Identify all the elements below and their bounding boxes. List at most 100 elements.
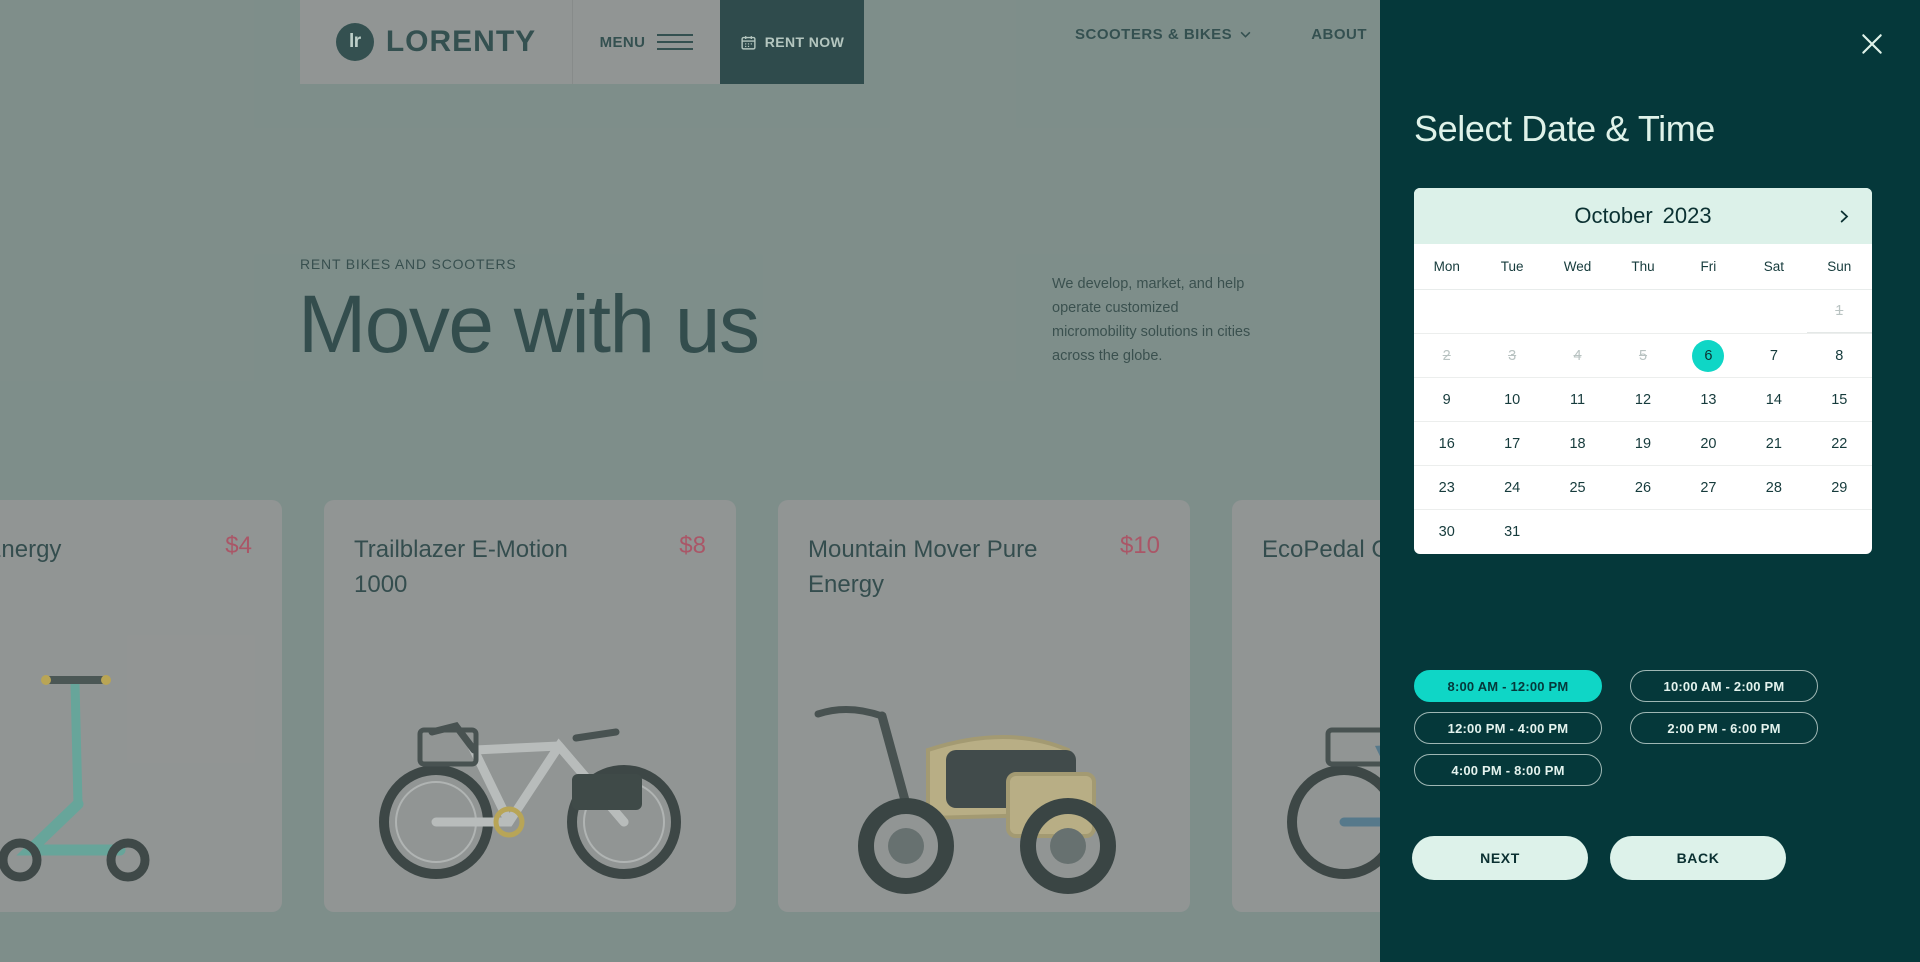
calendar-week-row: 2345678 bbox=[1414, 334, 1872, 378]
logo[interactable]: lr LORENTY bbox=[300, 0, 572, 84]
calendar-day[interactable]: 16 bbox=[1414, 422, 1479, 465]
product-image-bike bbox=[324, 654, 736, 904]
nav-label: SCOOTERS & BIKES bbox=[1075, 26, 1233, 43]
calendar-day[interactable]: 22 bbox=[1807, 422, 1872, 465]
logo-text: LORENTY bbox=[385, 25, 537, 58]
calendar-day[interactable]: 12 bbox=[1610, 378, 1675, 421]
calendar-day-empty bbox=[1545, 510, 1610, 554]
calendar-day[interactable]: 30 bbox=[1414, 510, 1479, 554]
calendar-day-empty bbox=[1479, 290, 1544, 333]
calendar-day-empty bbox=[1807, 510, 1872, 554]
product-image-scooter bbox=[0, 654, 282, 904]
rent-now-button[interactable]: RENT NOW bbox=[720, 0, 864, 84]
day-header: Sat bbox=[1763, 259, 1784, 274]
calendar-week-row: 9 10 11 12 13 14 15 bbox=[1414, 378, 1872, 422]
calendar-day-empty bbox=[1741, 510, 1806, 554]
calendar-day[interactable]: 20 bbox=[1676, 422, 1741, 465]
calendar-day-empty bbox=[1610, 510, 1675, 554]
panel-actions: NEXT BACK bbox=[1412, 836, 1786, 880]
nav-label: ABOUT bbox=[1311, 26, 1368, 43]
calendar-day[interactable]: 14 bbox=[1741, 378, 1806, 421]
calendar-day[interactable]: 29 bbox=[1807, 466, 1872, 509]
day-header: Tue bbox=[1500, 259, 1524, 274]
time-slot-button[interactable]: 2:00 PM - 6:00 PM bbox=[1630, 712, 1818, 744]
product-title: Mountain Mover Pure Energy bbox=[808, 536, 1038, 598]
panel-title: Select Date & Time bbox=[1414, 108, 1715, 149]
time-slot-button[interactable]: 12:00 PM - 4:00 PM bbox=[1414, 712, 1602, 744]
product-card-header: Trailblazer E-Motion 1000 $8 bbox=[354, 532, 706, 602]
hero-description: We develop, market, and help operate cus… bbox=[1052, 276, 1251, 364]
calendar-day: 5 bbox=[1610, 334, 1675, 377]
calendar-grid: 1 2 3 4 5 6 7 8 9 10 11 12 13 14 15 16 17 18 19 20 21 22 23 24 2… bbox=[1414, 290, 1872, 554]
calendar-day-headers: Mon Tue Wed Thu Fri Sat Sun bbox=[1414, 244, 1872, 290]
logo-mark-icon: lr bbox=[335, 23, 374, 61]
nav-item-scooters-bikes[interactable]: SCOOTERS & BIKES bbox=[1075, 26, 1251, 43]
calendar-day[interactable]: 27 bbox=[1676, 466, 1741, 509]
rent-now-label: RENT NOW bbox=[764, 34, 845, 50]
calendar-day[interactable]: 13 bbox=[1676, 378, 1741, 421]
hamburger-icon bbox=[657, 34, 694, 50]
product-title: Trailblazer E-Motion 1000 bbox=[354, 536, 568, 598]
product-card-header: er Pure Energy $4 bbox=[0, 532, 252, 567]
chevron-right-icon[interactable] bbox=[1830, 202, 1858, 230]
calendar-day[interactable]: 23 bbox=[1414, 466, 1479, 509]
time-slot-button[interactable]: 4:00 PM - 8:00 PM bbox=[1414, 754, 1602, 786]
calendar-day[interactable]: 25 bbox=[1545, 466, 1610, 509]
calendar-icon bbox=[740, 34, 757, 51]
calendar-day: 3 bbox=[1479, 334, 1544, 377]
day-header: Thu bbox=[1631, 259, 1655, 274]
calendar-week-row: 1 bbox=[1414, 290, 1872, 334]
date-time-panel: Select Date & Time October 2023 Mon Tue W… bbox=[1380, 0, 1920, 962]
time-slot-button[interactable]: 10:00 AM - 2:00 PM bbox=[1630, 670, 1818, 702]
calendar-day[interactable]: 19 bbox=[1610, 422, 1675, 465]
calendar-day[interactable]: 15 bbox=[1807, 378, 1872, 421]
day-header: Sun bbox=[1827, 259, 1852, 274]
calendar-month-year: October 2023 bbox=[1574, 203, 1711, 229]
calendar-day[interactable]: 17 bbox=[1479, 422, 1544, 465]
calendar-week-row: 16 17 18 19 20 21 22 bbox=[1414, 422, 1872, 466]
calendar-day[interactable]: 8 bbox=[1807, 334, 1872, 377]
next-button[interactable]: NEXT bbox=[1412, 836, 1588, 880]
menu-button[interactable]: MENU bbox=[572, 0, 720, 84]
calendar-day[interactable]: 18 bbox=[1545, 422, 1610, 465]
time-slot-button[interactable]: 8:00 AM - 12:00 PM bbox=[1414, 670, 1602, 702]
page-title: Move with us bbox=[298, 279, 760, 370]
calendar-day[interactable]: 11 bbox=[1545, 378, 1610, 421]
primary-nav: SCOOTERS & BIKES ABOUT bbox=[1075, 26, 1367, 43]
calendar-day[interactable]: 10 bbox=[1479, 378, 1544, 421]
calendar-day-empty bbox=[1676, 290, 1741, 333]
calendar-day[interactable]: 21 bbox=[1741, 422, 1806, 465]
calendar-day-empty bbox=[1545, 290, 1610, 333]
calendar-day[interactable]: 6 bbox=[1676, 334, 1741, 377]
product-card[interactable]: Mountain Mover Pure Energy $10 bbox=[778, 500, 1190, 912]
nav-item-about[interactable]: ABOUT bbox=[1311, 26, 1367, 43]
calendar-day-empty bbox=[1741, 290, 1806, 333]
calendar-day-empty bbox=[1414, 290, 1479, 333]
calendar-day[interactable]: 26 bbox=[1610, 466, 1675, 509]
calendar-day: 4 bbox=[1545, 334, 1610, 377]
calendar-day[interactable]: 9 bbox=[1414, 378, 1479, 421]
product-card[interactable]: er Pure Energy $4 bbox=[0, 500, 282, 912]
day-header: Fri bbox=[1700, 259, 1717, 274]
calendar-day-empty bbox=[1610, 290, 1675, 333]
calendar-day-empty bbox=[1676, 510, 1741, 554]
calendar-header: October 2023 bbox=[1414, 188, 1872, 244]
close-icon[interactable] bbox=[1852, 24, 1892, 64]
time-slot-group: 8:00 AM - 12:00 PM 10:00 AM - 2:00 PM 12:0… bbox=[1414, 670, 1874, 786]
product-card[interactable]: Trailblazer E-Motion 1000 $8 bbox=[324, 500, 736, 912]
menu-label: MENU bbox=[599, 33, 646, 51]
product-image-moped bbox=[778, 654, 1190, 904]
calendar-week-row: 30 31 bbox=[1414, 510, 1872, 554]
calendar-day[interactable]: 24 bbox=[1479, 466, 1544, 509]
back-button[interactable]: BACK bbox=[1610, 836, 1786, 880]
calendar-day[interactable]: 31 bbox=[1479, 510, 1544, 554]
product-card-header: Mountain Mover Pure Energy $10 bbox=[808, 532, 1160, 602]
day-header: Wed bbox=[1563, 259, 1592, 274]
chevron-down-icon bbox=[1240, 29, 1251, 41]
hero-eyebrow: RENT BIKES AND SCOOTERS bbox=[300, 256, 517, 272]
calendar-day-selected-marker: 6 bbox=[1692, 339, 1725, 372]
calendar-day[interactable]: 7 bbox=[1741, 334, 1806, 377]
day-header: Mon bbox=[1433, 259, 1460, 274]
calendar-day[interactable]: 28 bbox=[1741, 466, 1806, 509]
calendar-year: 2023 bbox=[1662, 203, 1712, 228]
